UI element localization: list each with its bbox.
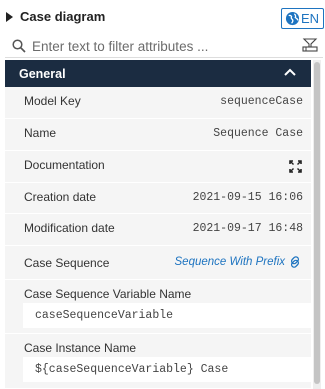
property-label: Case Instance Name	[24, 341, 137, 355]
property-row-creation-date: Creation date 2021-09-15 16:06	[5, 183, 311, 214]
properties-panel: General Model Key sequenceCase Name Sequ…	[5, 60, 311, 389]
group-header-general[interactable]: General	[5, 60, 311, 87]
property-row-modification-date: Modification date 2021-09-17 16:48	[5, 214, 311, 246]
property-value[interactable]: sequenceCase	[220, 95, 303, 108]
group-label: General	[19, 67, 66, 81]
caret-right-icon[interactable]	[6, 12, 13, 22]
property-value-box[interactable]: ${caseSequenceVariable} Case	[23, 357, 311, 382]
scrollbar-thumb[interactable]	[314, 62, 320, 384]
property-value[interactable]: Sequence Case	[213, 127, 303, 140]
property-value-box[interactable]: caseSequenceVariable	[23, 303, 311, 328]
filter-input[interactable]	[32, 36, 292, 56]
expand-icon[interactable]	[289, 160, 302, 173]
property-value: 2021-09-17 16:48	[192, 222, 303, 235]
property-row-case-instance-name: Case Instance Name ${caseSequenceVariabl…	[5, 334, 311, 389]
property-label: Case Sequence	[24, 256, 110, 270]
panel-header: Case diagram EN	[0, 0, 325, 34]
panel-title[interactable]: Case diagram	[20, 9, 105, 24]
property-label: Documentation	[24, 158, 105, 172]
case-sequence-link[interactable]: Sequence With Prefix	[175, 256, 285, 268]
property-label: Modification date	[24, 221, 115, 235]
property-label: Case Sequence Variable Name	[24, 287, 192, 301]
property-row-name: Name Sequence Case	[5, 119, 311, 151]
property-label: Name	[24, 126, 57, 140]
language-button[interactable]: EN	[281, 8, 324, 29]
clear-filter-icon[interactable]	[302, 38, 318, 52]
filter-bar	[5, 34, 323, 58]
property-row-sequence-variable-name: Case Sequence Variable Name caseSequence…	[5, 280, 311, 334]
language-label: EN	[301, 11, 320, 26]
property-row-model-key: Model Key sequenceCase	[5, 87, 311, 119]
search-icon	[12, 39, 26, 53]
globe-icon	[285, 11, 300, 26]
property-value: 2021-09-15 16:06	[192, 191, 303, 204]
property-row-case-sequence: Case Sequence Sequence With Prefix	[5, 246, 311, 280]
link-icon[interactable]	[289, 256, 301, 268]
property-label: Creation date	[24, 190, 97, 204]
chevron-up-icon[interactable]	[284, 67, 296, 77]
scrollbar[interactable]	[313, 60, 321, 389]
property-label: Model Key	[24, 94, 81, 108]
property-row-documentation: Documentation	[5, 151, 311, 183]
